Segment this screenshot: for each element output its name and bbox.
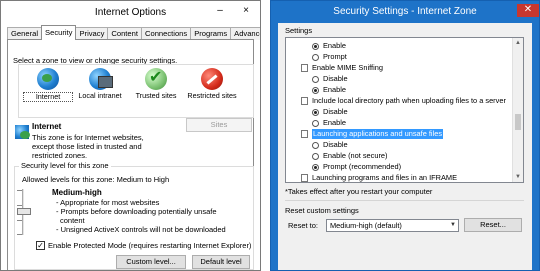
security-level-group-title: Security level for this zone (19, 161, 111, 170)
title-bar: Security Settings - Internet Zone ✕ (271, 1, 539, 23)
tab-security[interactable]: Security (41, 25, 77, 40)
radio-selected-icon[interactable] (312, 109, 319, 116)
protected-mode-checkbox[interactable]: ✓ (36, 241, 45, 250)
security-level-name: Medium-high (52, 188, 102, 197)
reset-group-label: Reset custom settings (285, 206, 359, 215)
option-label: Prompt (323, 52, 347, 61)
level-bullet: - Prompts before downloading potentially… (56, 207, 217, 216)
level-bullet: - Appropriate for most websites (56, 198, 160, 207)
option-label: Enable (not secure) (323, 151, 388, 160)
zone-label: Internet (23, 92, 73, 102)
scroll-thumb[interactable] (515, 114, 521, 130)
security-tab-panel: Select a zone to view or change security… (7, 39, 254, 270)
radio-unselected-icon[interactable] (312, 76, 319, 83)
setting-header-label: Launching applications and unsafe files (312, 129, 444, 139)
settings-scrollbar[interactable]: ▲ ▼ (512, 38, 523, 182)
chevron-down-icon: ▼ (450, 222, 456, 228)
trusted-sites-icon (145, 67, 167, 90)
zone-label: Restricted sites (187, 91, 237, 100)
setting-header-label: Enable MIME Sniffing (312, 63, 383, 72)
level-bullet: content (60, 216, 85, 225)
zone-description-line: except those listed in trusted and (32, 142, 142, 151)
selected-zone-globe-icon (15, 125, 30, 139)
zone-trusted-sites[interactable]: Trusted sites (131, 65, 181, 100)
radio-selected-icon[interactable] (312, 87, 319, 94)
settings-label: Settings (285, 26, 313, 35)
slider-thumb[interactable] (17, 208, 31, 215)
divider (285, 200, 524, 201)
tab-strip: General Security Privacy Content Connect… (7, 25, 260, 40)
title-bar: Internet Options – × (1, 1, 260, 25)
scroll-up-arrow-icon[interactable]: ▲ (513, 38, 523, 48)
radio-unselected-icon[interactable] (312, 54, 319, 61)
window-title: Security Settings - Internet Zone (333, 6, 477, 17)
zone-description-line: This zone is for Internet websites, (32, 133, 144, 142)
radio-selected-icon[interactable] (312, 164, 319, 171)
window-gap (261, 0, 270, 271)
allowed-levels-text: Allowed levels for this zone: Medium to … (22, 175, 170, 184)
scroll-down-arrow-icon[interactable]: ▼ (513, 172, 523, 182)
zone-internet[interactable]: Internet (23, 65, 73, 102)
zone-label: Trusted sites (135, 91, 177, 100)
radio-selected-icon[interactable] (312, 43, 319, 50)
protected-mode-label: Enable Protected Mode (requires restarti… (48, 241, 252, 250)
option-label: Disable (323, 74, 348, 83)
setting-header-label: Include local directory path when upload… (312, 96, 506, 105)
zone-list: Internet Local intranet Trusted sites Re… (18, 64, 254, 118)
close-button[interactable]: × (239, 5, 253, 18)
radio-unselected-icon[interactable] (312, 153, 319, 160)
selected-zone-name: Internet (32, 122, 62, 131)
reset-button[interactable]: Reset... (464, 218, 522, 232)
radio-unselected-icon[interactable] (312, 142, 319, 149)
option-label: Disable (323, 107, 348, 116)
reset-to-label: Reset to: (288, 221, 319, 230)
minimize-button[interactable]: – (213, 5, 227, 18)
setting-document-icon (301, 130, 308, 138)
settings-tree: Enable Prompt Enable MIME Sniffing Disable E… (285, 37, 524, 183)
reset-level-select[interactable]: Medium-high (default) ▼ (326, 219, 459, 232)
option-label: Prompt (recommended) (323, 162, 402, 171)
level-bullet: - Unsigned ActiveX controls will not be … (56, 225, 226, 234)
setting-document-icon (301, 64, 308, 72)
close-button[interactable]: ✕ (517, 4, 539, 17)
default-level-button[interactable]: Default level (192, 255, 250, 269)
zone-restricted-sites[interactable]: Restricted sites (183, 65, 241, 100)
dialog-body: Settings Enable Prompt Enable MIME Sniffin… (278, 23, 532, 270)
option-label: Enable (323, 118, 347, 127)
intranet-icon (89, 68, 113, 90)
restart-footnote: *Takes effect after you restart your com… (285, 187, 433, 196)
globe-icon (37, 68, 59, 90)
slider-tick (17, 190, 22, 191)
internet-options-window: Internet Options – × General Security Pr… (0, 0, 261, 271)
option-label: Disable (323, 140, 348, 149)
reset-level-select-value: Medium-high (default) (330, 221, 402, 230)
zone-label: Local intranet (78, 91, 122, 100)
slider-tick (17, 234, 22, 235)
slider-tick (17, 205, 22, 206)
setting-document-icon (301, 174, 308, 182)
restricted-sites-icon (201, 68, 223, 90)
slider-tick (17, 220, 22, 221)
zone-local-intranet[interactable]: Local intranet (75, 65, 125, 100)
setting-document-icon (301, 97, 308, 105)
custom-level-button[interactable]: Custom level... (116, 255, 186, 269)
sites-button[interactable]: Sites (186, 118, 252, 132)
zone-description-line: restricted zones. (32, 151, 88, 160)
setting-header-label: Launching programs and files in an IFRAM… (312, 173, 458, 182)
option-label: Enable (323, 85, 347, 94)
option-label: Enable (323, 41, 347, 50)
security-settings-window: Security Settings - Internet Zone ✕ Sett… (270, 0, 540, 271)
radio-unselected-icon[interactable] (312, 120, 319, 127)
